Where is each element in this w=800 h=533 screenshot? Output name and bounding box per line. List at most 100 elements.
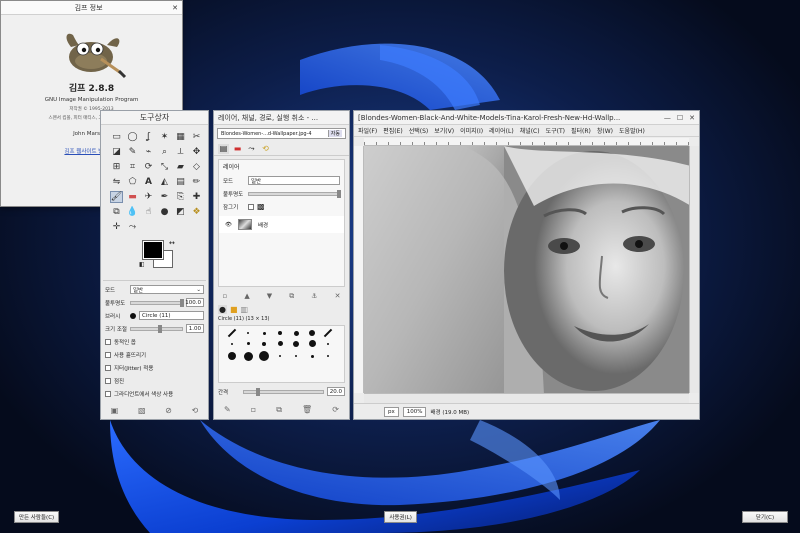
brush-preset[interactable] bbox=[277, 341, 283, 346]
brush-preset[interactable] bbox=[259, 351, 269, 361]
swap-colors-icon[interactable]: ↔ bbox=[169, 239, 175, 247]
menu-item[interactable]: 도구(T) bbox=[546, 126, 565, 135]
tab-layers[interactable]: ▤ bbox=[218, 143, 229, 154]
blend-tool-icon[interactable]: ▤ bbox=[174, 176, 187, 188]
delete-brush-icon[interactable]: 🗑 bbox=[302, 405, 312, 415]
tab-brushes[interactable]: ● bbox=[218, 305, 227, 314]
perspective-tool-icon[interactable]: ◇ bbox=[190, 161, 203, 173]
free-select-tool-icon[interactable]: ʆ bbox=[142, 131, 155, 143]
brush-preset[interactable] bbox=[308, 340, 316, 347]
rect-select-tool-icon[interactable]: ▭ bbox=[110, 131, 123, 143]
brush-preset[interactable] bbox=[231, 342, 233, 345]
brush-preset[interactable] bbox=[243, 351, 253, 361]
measure-tool-icon[interactable]: ⟂ bbox=[174, 146, 187, 158]
menu-item[interactable]: 파일(F) bbox=[358, 126, 377, 135]
opacity-slider[interactable] bbox=[130, 298, 184, 307]
menu-item[interactable]: 이미지(I) bbox=[460, 126, 483, 135]
layer-mode-select[interactable]: 일반 bbox=[248, 176, 340, 185]
lower-layer-icon[interactable]: ▼ bbox=[267, 292, 272, 301]
size-slider[interactable] bbox=[130, 324, 183, 333]
duplicate-layer-icon[interactable]: ⧉ bbox=[289, 292, 294, 301]
color-picker-tool-icon[interactable]: ⌁ bbox=[142, 146, 155, 158]
save-options-icon[interactable]: ▣ bbox=[111, 406, 119, 415]
brush-select[interactable]: Circle (11) bbox=[139, 311, 204, 320]
toolbox-titlebar[interactable]: 도구상자 bbox=[101, 111, 208, 125]
new-layer-icon[interactable]: ▫ bbox=[223, 292, 228, 301]
image-titlebar[interactable]: [Blondes-Women-Black-And-White-Models-Ti… bbox=[354, 111, 699, 125]
dynamics-checkbox[interactable] bbox=[105, 338, 111, 345]
path-select-tool-icon[interactable]: ⤳ bbox=[126, 221, 139, 233]
reset-colors-icon[interactable]: ◧ bbox=[139, 261, 145, 268]
brush-preset[interactable] bbox=[327, 342, 329, 345]
reset-options-icon[interactable]: ⟲ bbox=[191, 406, 198, 415]
brush-preset[interactable] bbox=[247, 332, 249, 334]
rotate-tool-icon[interactable]: ⟳ bbox=[142, 161, 155, 173]
brush-preset[interactable] bbox=[323, 328, 333, 338]
brush-preset[interactable] bbox=[327, 355, 329, 357]
eraser-tool-icon[interactable]: ▬ bbox=[126, 191, 139, 203]
mode-select[interactable]: 일반 ⌄ bbox=[130, 285, 204, 294]
warp-tool-icon[interactable]: ❖ bbox=[190, 206, 203, 218]
move-tool-icon[interactable]: ✥ bbox=[190, 146, 203, 158]
menu-item[interactable]: 필터(R) bbox=[571, 126, 591, 135]
tab-paths[interactable]: ⤳ bbox=[246, 144, 257, 154]
refresh-brushes-icon[interactable]: ⟳ bbox=[332, 405, 339, 415]
raise-layer-icon[interactable]: ▲ bbox=[244, 292, 249, 301]
tab-undo[interactable]: ⟲ bbox=[260, 144, 271, 154]
menu-item[interactable]: 편집(E) bbox=[383, 126, 403, 135]
minimize-icon[interactable]: — bbox=[664, 114, 671, 122]
horizontal-ruler[interactable] bbox=[364, 138, 689, 146]
unit-select[interactable]: px bbox=[384, 406, 399, 417]
menu-item[interactable]: 도움말(H) bbox=[619, 126, 645, 135]
delete-options-icon[interactable]: ⊘ bbox=[165, 406, 172, 415]
tab-channels[interactable]: ▬ bbox=[232, 144, 243, 154]
ellipse-select-tool-icon[interactable]: ◯ bbox=[126, 131, 139, 143]
color-select-tool-icon[interactable]: ▦ bbox=[174, 131, 187, 143]
credits-button[interactable]: 만든 사람들(C) bbox=[14, 511, 60, 523]
maximize-icon[interactable]: ☐ bbox=[677, 114, 683, 122]
auto-button[interactable]: 자동 bbox=[327, 130, 342, 137]
dodge-burn-tool-icon[interactable]: ● bbox=[158, 206, 171, 218]
brush-preset[interactable] bbox=[310, 354, 314, 358]
lock-pixels-checkbox[interactable] bbox=[248, 203, 254, 210]
brush-preview-icon[interactable] bbox=[130, 312, 136, 319]
size-value[interactable]: 1.00 bbox=[186, 324, 204, 333]
text-tool-icon[interactable]: A bbox=[142, 176, 155, 188]
heal-tool-icon[interactable]: ✚ bbox=[190, 191, 203, 203]
eye-icon[interactable]: 👁 bbox=[225, 222, 232, 228]
airbrush-tool-icon[interactable]: ✈ bbox=[142, 191, 155, 203]
spacing-value[interactable]: 20.0 bbox=[327, 387, 345, 396]
gradient-color-checkbox[interactable] bbox=[105, 390, 111, 397]
duplicate-brush-icon[interactable]: ⧉ bbox=[276, 405, 282, 415]
flip-tool-icon[interactable]: ⇋ bbox=[110, 176, 123, 188]
cage-tool-icon[interactable]: ⬠ bbox=[126, 176, 139, 188]
delete-layer-icon[interactable]: ✕ bbox=[335, 292, 341, 301]
shear-tool-icon[interactable]: ▰ bbox=[174, 161, 187, 173]
close-button[interactable]: 닫기(C) bbox=[741, 511, 788, 523]
restore-options-icon[interactable]: ▧ bbox=[138, 406, 146, 415]
smudge-tool-icon[interactable]: ☝ bbox=[142, 206, 155, 218]
fill-tool-icon[interactable]: ◩ bbox=[174, 206, 187, 218]
menu-item[interactable]: 레이어(L) bbox=[489, 126, 514, 135]
spacing-slider[interactable] bbox=[243, 387, 324, 396]
brush-preset[interactable] bbox=[227, 328, 237, 338]
zoom-select[interactable]: 100% bbox=[402, 406, 427, 417]
paintbrush-tool-icon[interactable]: 🖌 bbox=[110, 191, 123, 203]
close-icon[interactable]: ✕ bbox=[689, 114, 695, 122]
foreground-color-swatch[interactable] bbox=[142, 240, 164, 260]
layers-titlebar[interactable]: 레이어, 채널, 경로, 실행 취소 - ... bbox=[214, 111, 349, 125]
menu-item[interactable]: 선택(S) bbox=[409, 126, 429, 135]
foreground-select-tool-icon[interactable]: ◪ bbox=[110, 146, 123, 158]
perspective-clone-tool-icon[interactable]: ⧉ bbox=[110, 206, 123, 218]
image-canvas[interactable] bbox=[364, 146, 689, 393]
align-tool-icon[interactable]: ⊞ bbox=[110, 161, 123, 173]
layer-row[interactable]: 👁 배경 bbox=[219, 216, 344, 233]
brush-preset[interactable] bbox=[309, 330, 315, 336]
anchor-icon[interactable]: ⚓ bbox=[311, 292, 317, 301]
scale-tool-icon[interactable]: ⤡ bbox=[158, 161, 171, 173]
crop-tool-icon[interactable]: ⌗ bbox=[126, 161, 139, 173]
horizontal-scrollbar[interactable] bbox=[364, 393, 689, 403]
image-select[interactable]: Blondes-Women-...d-Wallpaper.jpg-4 자동 bbox=[217, 128, 346, 139]
brush-preset[interactable] bbox=[278, 331, 282, 335]
opacity-value[interactable]: 100.0 bbox=[185, 298, 204, 307]
